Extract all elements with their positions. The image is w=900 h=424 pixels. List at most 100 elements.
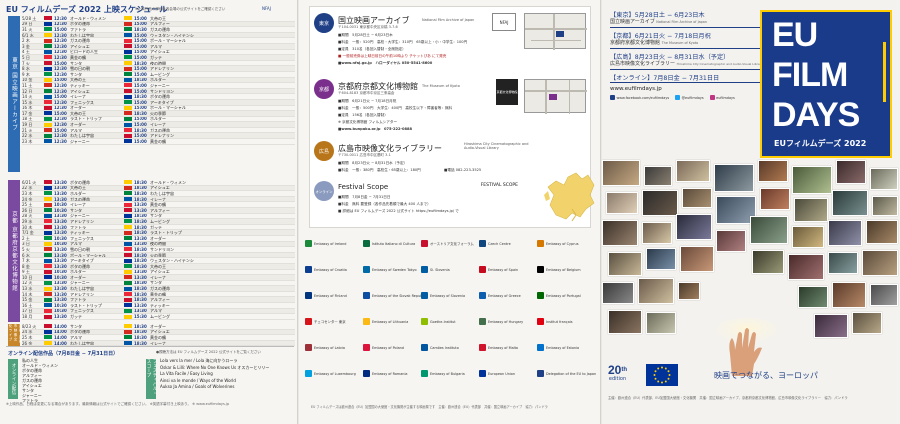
schedule-date: 25 土 bbox=[22, 202, 33, 208]
country-flag-icon bbox=[44, 303, 52, 308]
schedule-time: 13:30 bbox=[134, 308, 147, 314]
website-url[interactable]: www.eufilmdays.jp bbox=[610, 86, 770, 92]
film-title: ガスの運命 bbox=[150, 27, 170, 32]
venue-price-hiroshima: ■料金 一般：380円 高校生・65歳以上：180円 bbox=[338, 168, 421, 172]
schedule-time: 13:30 bbox=[54, 224, 67, 230]
country-flag-icon bbox=[44, 89, 52, 94]
film-title: アイシュエ bbox=[70, 43, 90, 49]
film-title: ムービング bbox=[150, 314, 170, 320]
sponsor-emblem-icon bbox=[421, 240, 428, 247]
place-name-kyoto: 京都府京都文化博物館 bbox=[610, 40, 661, 46]
schedule-date: 17 金 bbox=[22, 111, 33, 116]
sponsor-emblem-icon bbox=[363, 318, 370, 325]
twitter-link[interactable]: @eufilmdays bbox=[675, 95, 704, 100]
country-flag-icon bbox=[44, 292, 52, 297]
divider bbox=[610, 82, 770, 83]
film-title: アルマ bbox=[150, 43, 162, 49]
film-still bbox=[862, 250, 898, 276]
sponsor-logo: Embassy of Romania bbox=[363, 370, 407, 377]
sponsor-logo: Embassy of Greece bbox=[479, 292, 521, 299]
logo-line-days: DAYS bbox=[772, 96, 860, 134]
schedule-time: 10:30 bbox=[54, 275, 67, 280]
place-kyoto: 京都府京都文化博物館 The Museum of Kyoto bbox=[610, 39, 770, 47]
schedule-date: 5/28 土 bbox=[22, 16, 37, 21]
country-flag-icon bbox=[44, 44, 52, 49]
country-flag-icon bbox=[44, 38, 52, 43]
schedule-time: 13:30 bbox=[54, 258, 67, 264]
schedule-time: 15:00 bbox=[134, 32, 147, 38]
country-flag-icon bbox=[124, 122, 132, 127]
sponsor-emblem-icon bbox=[421, 318, 428, 325]
schedule-time: 18:30 bbox=[134, 286, 147, 292]
date-kyoto: 【京都】6月21日火 − 7月18日月祝 bbox=[610, 31, 770, 40]
schedule-date: 6/21 火 bbox=[22, 180, 37, 185]
country-flag-icon bbox=[124, 314, 132, 319]
country-flag-icon bbox=[124, 335, 132, 340]
sponsor-name: Institut français bbox=[546, 319, 573, 324]
schedule-time: 13:30 bbox=[54, 297, 67, 303]
schedule-table-hiroshima: 8/23 火 14:00 サンタ 18:30 オーダー 24 水 14:00 ボタの運命 18:… bbox=[22, 324, 295, 347]
country-flag-icon bbox=[124, 55, 132, 60]
film-still bbox=[788, 254, 824, 280]
country-flag-icon bbox=[124, 324, 132, 329]
country-flag-icon bbox=[44, 236, 52, 241]
sponsor-logo: Embassy of Slovenia bbox=[421, 292, 465, 299]
country-flag-icon bbox=[124, 213, 132, 218]
country-flag-icon bbox=[124, 247, 132, 252]
place-name-hiroshima: 広島市映像文化ライブラリー bbox=[610, 61, 676, 67]
country-flag-icon bbox=[124, 83, 132, 88]
schedule-date: 5 日 bbox=[22, 55, 30, 60]
schedule-date: 26 日 bbox=[22, 207, 33, 213]
schedule-time: 13:30 bbox=[54, 314, 67, 320]
film-title: ウェスタン・ハイテンシ bbox=[150, 32, 194, 38]
schedule-date: 8 水 bbox=[22, 66, 30, 72]
sponsor-name: Embassy of Belgium bbox=[546, 267, 581, 272]
country-flag-icon bbox=[124, 292, 132, 297]
film-title: アーキタイプ bbox=[70, 258, 94, 264]
schedule-time: 14:00 bbox=[54, 335, 67, 340]
eu-flag-icon bbox=[646, 364, 678, 386]
film-title: イレーナ bbox=[70, 94, 86, 100]
film-title: アルフィー bbox=[150, 297, 170, 303]
schedule-date: 21 火 bbox=[22, 127, 33, 133]
film-title: アドレナリン bbox=[70, 219, 94, 224]
schedule-time: 15:00 bbox=[134, 21, 147, 27]
venue-capacity-tokyo: ■定員 310名（各回入替制・全席指定） bbox=[338, 47, 406, 51]
country-flag-icon bbox=[44, 202, 52, 207]
venue-tag-online: オンライン bbox=[314, 181, 334, 201]
sponsor-name: Embassy of Greece bbox=[488, 293, 521, 298]
sponsor-emblem-icon bbox=[537, 318, 544, 325]
sponsor-emblem-icon bbox=[479, 292, 486, 299]
schedule-time: 15:00 bbox=[134, 38, 147, 44]
film-title: ムービング bbox=[150, 71, 170, 77]
film-still bbox=[870, 284, 898, 306]
film-title: サンタ bbox=[70, 71, 82, 77]
facebook-link[interactable]: www.facebook.com/eufilmdays bbox=[610, 95, 669, 100]
schedule-date: 22 水 bbox=[22, 133, 33, 139]
film-title: ティッキー bbox=[70, 83, 90, 88]
film-title: フェニックス bbox=[70, 235, 94, 241]
country-flag-icon bbox=[44, 197, 52, 202]
country-flag-icon bbox=[44, 225, 52, 230]
facebook-icon bbox=[610, 95, 615, 100]
venue-info-online: ■ 詳細は EU フィルムデーズ 2022 公式サイト https://eufi… bbox=[338, 209, 459, 213]
country-flag-icon bbox=[124, 139, 132, 144]
film-still bbox=[832, 190, 868, 216]
venue-logo-tokyo: NFAJ bbox=[492, 13, 516, 31]
sponsor-logo: Embassy of Hungary bbox=[479, 318, 523, 325]
country-flag-icon bbox=[44, 61, 52, 66]
sponsor-emblem-icon bbox=[421, 266, 428, 273]
film-title: 大帝の王 bbox=[70, 185, 86, 191]
film-still bbox=[758, 160, 788, 182]
country-flag-icon bbox=[124, 197, 132, 202]
schedule-date: 29 日 bbox=[22, 21, 33, 27]
instagram-link[interactable]: eufilmdays bbox=[709, 95, 735, 100]
country-flag-icon bbox=[124, 308, 132, 313]
schedule-time: 18:30 bbox=[134, 340, 147, 346]
film-title: ティッキー bbox=[70, 230, 90, 236]
schedule-time: 12:30 bbox=[54, 139, 67, 144]
schedule-date: 15 金 bbox=[22, 297, 33, 303]
film-title: ホルダー bbox=[150, 77, 166, 83]
schedule-time: 18:30 bbox=[134, 196, 147, 202]
film-still bbox=[602, 160, 640, 186]
